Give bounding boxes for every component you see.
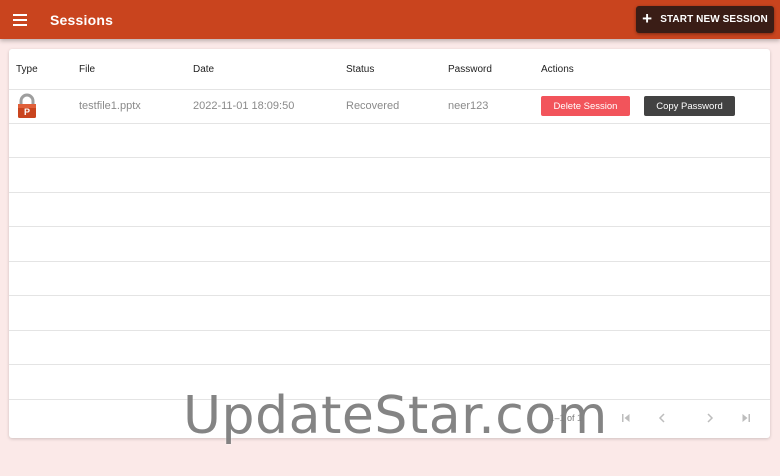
pptx-badge-letter: P: [23, 107, 30, 117]
page-title: Sessions: [50, 11, 114, 28]
app-bar: Sessions + START NEW SESSION: [0, 0, 780, 39]
column-header-file[interactable]: File: [79, 49, 193, 90]
empty-table-row: [9, 226, 770, 262]
empty-table-row: [9, 295, 770, 331]
last-page-icon[interactable]: [728, 413, 764, 423]
status-cell: Recovered: [346, 89, 448, 124]
password-cell: neer123: [448, 89, 541, 124]
date-cell: 2022-11-01 18:09:50: [193, 89, 346, 124]
empty-table-row: [9, 157, 770, 193]
copy-password-button[interactable]: Copy Password: [644, 96, 735, 116]
watermark-text: UpdateStar.com: [183, 386, 608, 446]
empty-table-row: [9, 330, 770, 365]
start-new-session-button[interactable]: + START NEW SESSION: [636, 6, 774, 33]
hamburger-menu-icon[interactable]: [0, 0, 40, 39]
delete-session-button[interactable]: Delete Session: [541, 96, 630, 116]
start-new-session-label: START NEW SESSION: [660, 14, 768, 25]
first-page-icon[interactable]: [608, 413, 644, 423]
column-header-actions: Actions: [541, 49, 770, 90]
column-header-type[interactable]: Type: [9, 49, 79, 90]
file-cell: testfile1.pptx: [79, 89, 193, 124]
type-cell: P: [9, 89, 79, 124]
empty-table-row: [9, 192, 770, 227]
next-page-icon[interactable]: [692, 412, 728, 423]
column-header-status[interactable]: Status: [346, 49, 448, 90]
empty-table-row: [9, 261, 770, 296]
empty-table-row: [9, 123, 770, 158]
column-header-date[interactable]: Date: [193, 49, 346, 90]
locked-pptx-file-icon: P: [16, 93, 38, 119]
sessions-table-card: Type File Date Status Password Actions P…: [9, 49, 770, 438]
table-header-row: Type File Date Status Password Actions: [9, 49, 770, 90]
actions-cell: Delete Session Copy Password: [541, 89, 770, 124]
table-row[interactable]: P testfile1.pptx 2022-11-01 18:09:50 Rec…: [9, 89, 770, 124]
plus-icon: +: [642, 9, 653, 28]
prev-page-icon[interactable]: [644, 412, 680, 423]
sessions-table: Type File Date Status Password Actions P…: [9, 49, 770, 400]
column-header-password[interactable]: Password: [448, 49, 541, 90]
